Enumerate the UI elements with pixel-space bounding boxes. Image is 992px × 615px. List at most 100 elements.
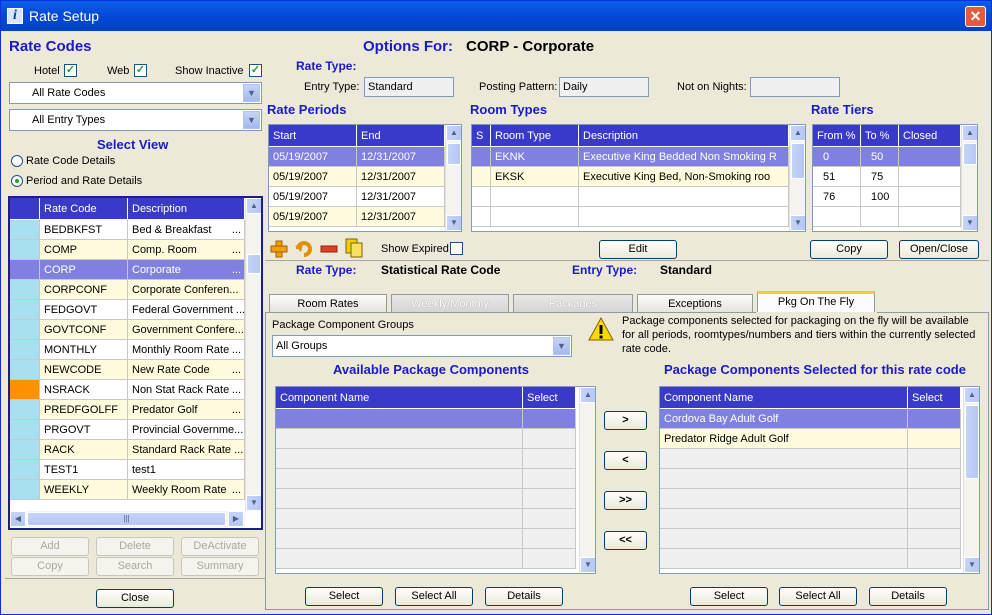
row-selector[interactable] xyxy=(10,320,40,340)
available-select-cell[interactable] xyxy=(523,529,576,549)
description-cell[interactable]: Monthly Room Rate... xyxy=(128,340,245,360)
scroll-down-icon[interactable]: ▼ xyxy=(964,557,979,573)
summary-button[interactable]: Summary xyxy=(181,557,259,576)
scroll-thumb[interactable] xyxy=(447,143,461,165)
more-ellipsis[interactable]: ... xyxy=(232,240,241,259)
room-type-description-cell[interactable]: Executive King Bedded Non Smoking R xyxy=(579,147,789,167)
rate-code-cell[interactable]: MONTHLY xyxy=(40,340,128,360)
row-selector[interactable] xyxy=(10,280,40,300)
tier-closed-cell[interactable] xyxy=(899,187,961,207)
tier-to-cell[interactable] xyxy=(861,207,899,227)
row-selector[interactable] xyxy=(10,420,40,440)
available-component-cell[interactable] xyxy=(276,509,523,529)
scroll-down-icon[interactable]: ▼ xyxy=(246,495,261,511)
scroll-up-icon[interactable]: ▲ xyxy=(964,387,979,403)
scroll-up-icon[interactable]: ▲ xyxy=(580,387,595,403)
row-selector[interactable] xyxy=(10,480,40,500)
edit-button[interactable]: Edit xyxy=(599,240,677,259)
selected-component-cell[interactable] xyxy=(660,509,908,529)
selected-select-button[interactable]: Select xyxy=(690,587,768,606)
available-select-cell[interactable] xyxy=(523,449,576,469)
more-ellipsis[interactable]: ... xyxy=(232,380,241,399)
available-component-cell[interactable] xyxy=(276,469,523,489)
room-type-description-cell[interactable] xyxy=(579,187,789,207)
undo-icon[interactable] xyxy=(295,240,313,258)
row-selector[interactable] xyxy=(10,380,40,400)
column-header-select[interactable]: Select xyxy=(523,387,576,409)
column-header-room-type[interactable]: Room Type xyxy=(491,125,579,147)
scroll-down-icon[interactable]: ▼ xyxy=(962,215,977,231)
tier-from-cell[interactable] xyxy=(813,207,861,227)
tab-exceptions[interactable]: Exceptions xyxy=(637,294,753,313)
available-component-cell[interactable] xyxy=(276,429,523,449)
selected-component-cell[interactable]: Cordova Bay Adult Golf xyxy=(660,409,908,429)
tier-closed-cell[interactable] xyxy=(899,207,961,227)
scroll-up-icon[interactable]: ▲ xyxy=(962,125,977,141)
scroll-up-icon[interactable]: ▲ xyxy=(790,125,805,141)
description-cell[interactable]: Corporate... xyxy=(128,260,245,280)
row-selector[interactable] xyxy=(10,400,40,420)
description-cell[interactable]: Corporate Conferen... xyxy=(128,280,245,300)
open-close-button[interactable]: Open/Close xyxy=(899,240,979,259)
available-component-cell[interactable] xyxy=(276,529,523,549)
column-header-to[interactable]: To % xyxy=(861,125,899,147)
move-left-button[interactable]: < xyxy=(604,451,647,470)
add-period-icon[interactable] xyxy=(270,240,288,258)
column-header-s[interactable]: S xyxy=(472,125,491,147)
row-selector[interactable] xyxy=(10,460,40,480)
deactivate-button[interactable]: DeActivate xyxy=(181,537,259,556)
available-component-cell[interactable] xyxy=(276,449,523,469)
web-checkbox[interactable]: ✓ xyxy=(134,64,147,77)
period-end-cell[interactable]: 12/31/2007 xyxy=(357,147,445,167)
column-header-rate-code[interactable]: Rate Code xyxy=(40,198,128,220)
selected-select-cell[interactable] xyxy=(908,509,961,529)
column-header-component-name[interactable]: Component Name xyxy=(276,387,523,409)
period-end-cell[interactable]: 12/31/2007 xyxy=(357,187,445,207)
period-end-cell[interactable]: 12/31/2007 xyxy=(357,167,445,187)
selected-select-cell[interactable] xyxy=(908,429,961,449)
room-type-cell[interactable] xyxy=(491,187,579,207)
column-header-component-name[interactable]: Component Name xyxy=(660,387,908,409)
selected-component-cell[interactable] xyxy=(660,449,908,469)
available-select-all-button[interactable]: Select All xyxy=(395,587,473,606)
description-cell[interactable]: Government Confere... xyxy=(128,320,245,340)
description-cell[interactable]: New Rate Code... xyxy=(128,360,245,380)
tab-room-rates[interactable]: Room Rates xyxy=(269,294,387,313)
column-header-description[interactable]: Description xyxy=(128,198,245,220)
tier-from-cell[interactable]: 0 xyxy=(813,147,861,167)
scroll-thumb[interactable] xyxy=(791,143,805,179)
scroll-thumb[interactable] xyxy=(963,143,977,165)
selected-component-cell[interactable] xyxy=(660,529,908,549)
description-cell[interactable]: Standard Rack Rate ... xyxy=(128,440,245,460)
row-selector[interactable] xyxy=(10,440,40,460)
chevron-down-icon[interactable]: ▼ xyxy=(553,337,570,355)
show-inactive-checkbox[interactable]: ✓ xyxy=(249,64,262,77)
room-type-cell[interactable]: EKNK xyxy=(491,147,579,167)
tier-to-cell[interactable]: 100 xyxy=(861,187,899,207)
description-cell[interactable]: Predator Golf... xyxy=(128,400,245,420)
column-header-from[interactable]: From % xyxy=(813,125,861,147)
column-header-select[interactable]: Select xyxy=(908,387,961,409)
tier-to-cell[interactable]: 50 xyxy=(861,147,899,167)
rate-code-cell[interactable]: TEST1 xyxy=(40,460,128,480)
rate-code-cell[interactable]: BEDBKFST xyxy=(40,220,128,240)
rate-code-cell[interactable]: RACK xyxy=(40,440,128,460)
scroll-left-icon[interactable]: ◀ xyxy=(10,511,26,527)
description-cell[interactable]: test1 xyxy=(128,460,245,480)
view-radio-rate-code-details[interactable] xyxy=(11,155,23,167)
tier-closed-cell[interactable] xyxy=(899,167,961,187)
row-selector[interactable] xyxy=(10,240,40,260)
tier-from-cell[interactable]: 51 xyxy=(813,167,861,187)
tab-packages[interactable]: Packages xyxy=(513,294,633,313)
rate-codes-hscroll[interactable]: ◀ ||| ▶ xyxy=(10,511,245,527)
tier-to-cell[interactable]: 75 xyxy=(861,167,899,187)
room-type-cell[interactable]: EKSK xyxy=(491,167,579,187)
room-type-description-cell[interactable] xyxy=(579,207,789,227)
scroll-right-icon[interactable]: ▶ xyxy=(228,511,244,527)
scroll-down-icon[interactable]: ▼ xyxy=(790,215,805,231)
selected-component-cell[interactable]: Predator Ridge Adult Golf xyxy=(660,429,908,449)
available-vscroll[interactable]: ▲ ▼ xyxy=(579,387,595,573)
chevron-down-icon[interactable]: ▼ xyxy=(243,111,260,129)
row-selector[interactable] xyxy=(10,220,40,240)
description-cell[interactable]: Non Stat Rack Rate... xyxy=(128,380,245,400)
